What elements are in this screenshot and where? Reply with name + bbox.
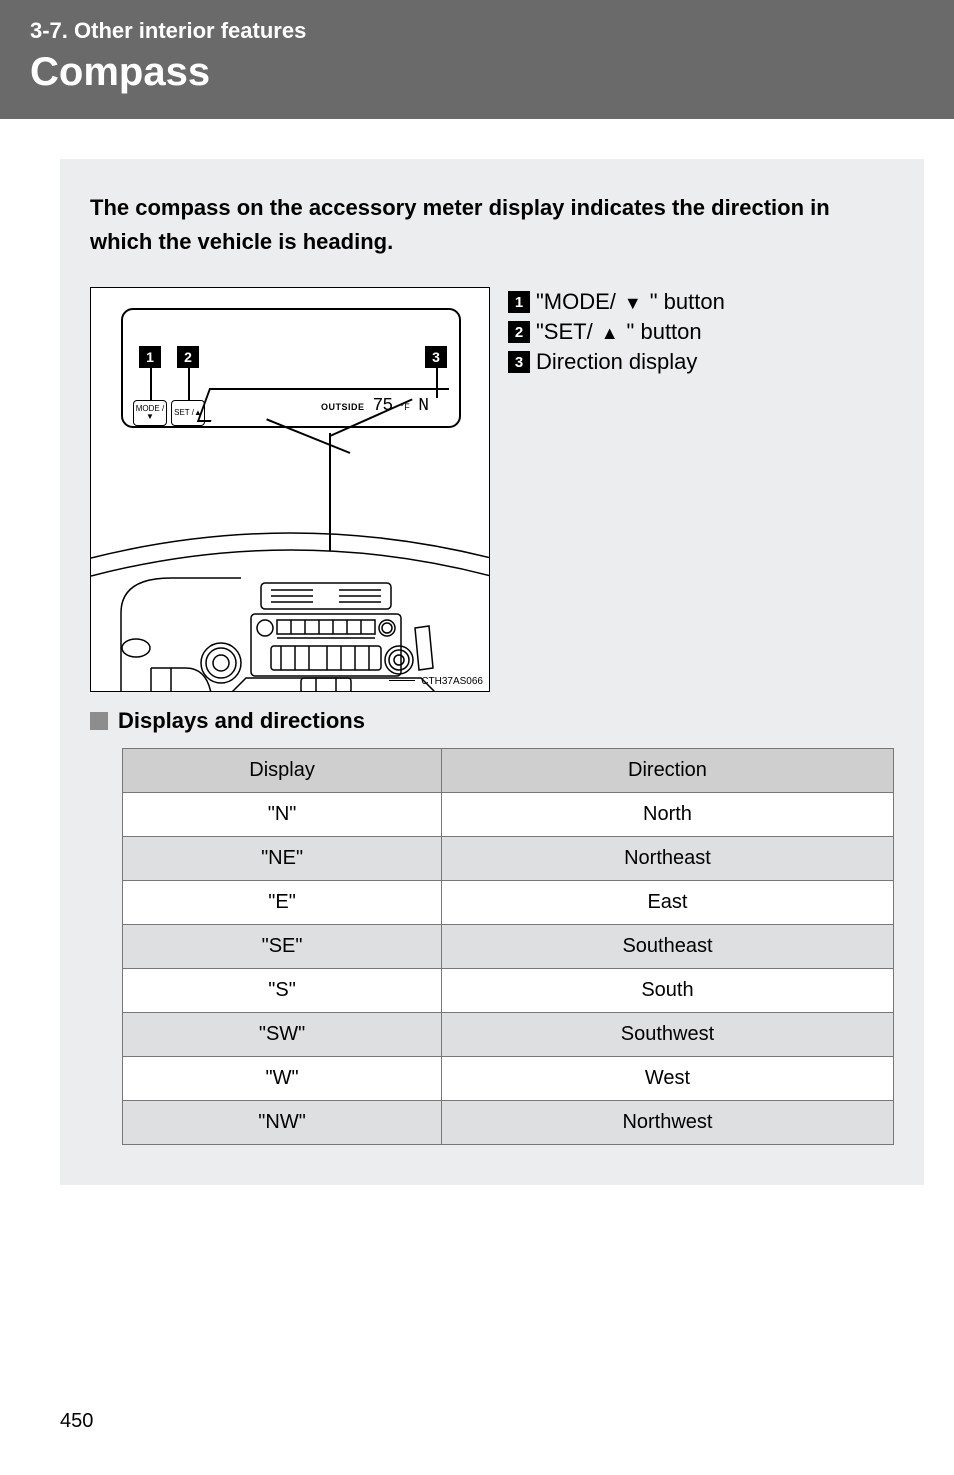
figure-row: 1 2 3 MODE /▼ SET /▲ OUTSIDE 75 °F N [90,287,894,692]
direction-value: N [418,396,429,416]
cell-direction: North [441,793,893,837]
header-banner: 3-7. Other interior features Compass [0,0,954,119]
cell-display: "SE" [123,925,442,969]
square-bullet-icon [90,712,108,730]
cell-display: "W" [123,1057,442,1101]
dashboard-illustration [91,528,490,692]
up-arrow-icon [599,319,621,345]
content-panel: The compass on the accessory meter displ… [60,159,924,1185]
cell-direction: Northeast [441,837,893,881]
table-row: "SW" Southwest [123,1013,894,1057]
callout-item-3: 3 Direction display [508,349,725,375]
callout-text-2b: " button [627,319,702,345]
cell-direction: Northwest [441,1101,893,1145]
callout-marker-1: 1 [139,346,161,368]
down-arrow-icon [622,289,644,315]
intro-paragraph: The compass on the accessory meter displ… [90,191,894,259]
callout-marker-3: 3 [425,346,447,368]
table-header-direction: Direction [441,749,893,793]
table-row: "E" East [123,881,894,925]
cell-display: "SW" [123,1013,442,1057]
callout-marker-2: 2 [177,346,199,368]
cell-display: "S" [123,969,442,1013]
callout-text-1b: " button [650,289,725,315]
page-title: Compass [30,50,924,95]
callout-number-2: 2 [508,321,530,343]
cell-direction: East [441,881,893,925]
cell-display: "NW" [123,1101,442,1145]
table-row: "NW" Northwest [123,1101,894,1145]
cell-direction: Southwest [441,1013,893,1057]
cell-display: "NE" [123,837,442,881]
cell-display: "N" [123,793,442,837]
callout-text-2a: "SET/ [536,319,593,345]
table-row: "W" West [123,1057,894,1101]
directions-table: Display Direction "N" North "NE" Northea… [122,748,894,1145]
meter-readout: OUTSIDE 75 °F N [321,396,430,416]
table-row: "S" South [123,969,894,1013]
cell-display: "E" [123,881,442,925]
outside-label: OUTSIDE [321,402,365,412]
table-row: "N" North [123,793,894,837]
callout-number-3: 3 [508,351,530,373]
table-row: "NE" Northeast [123,837,894,881]
subheading-row: Displays and directions [90,708,894,734]
callout-number-1: 1 [508,291,530,313]
callout-text-3: Direction display [536,349,697,375]
callout-item-1: 1 "MODE/ " button [508,289,725,315]
table-header-display: Display [123,749,442,793]
callout-list: 1 "MODE/ " button 2 "SET/ " button 3 Direc… [508,287,725,379]
subheading-text: Displays and directions [118,708,365,734]
figure-diagram: 1 2 3 MODE /▼ SET /▲ OUTSIDE 75 °F N [90,287,490,692]
table-row: "SE" Southeast [123,925,894,969]
cell-direction: Southeast [441,925,893,969]
mode-button-icon: MODE /▼ [133,400,167,426]
callout-text-1a: "MODE/ [536,289,616,315]
section-label: 3-7. Other interior features [30,18,924,44]
cell-direction: South [441,969,893,1013]
page-number: 450 [60,1410,93,1433]
figure-code: CTH37AS066 [421,676,483,687]
cell-direction: West [441,1057,893,1101]
callout-item-2: 2 "SET/ " button [508,319,725,345]
